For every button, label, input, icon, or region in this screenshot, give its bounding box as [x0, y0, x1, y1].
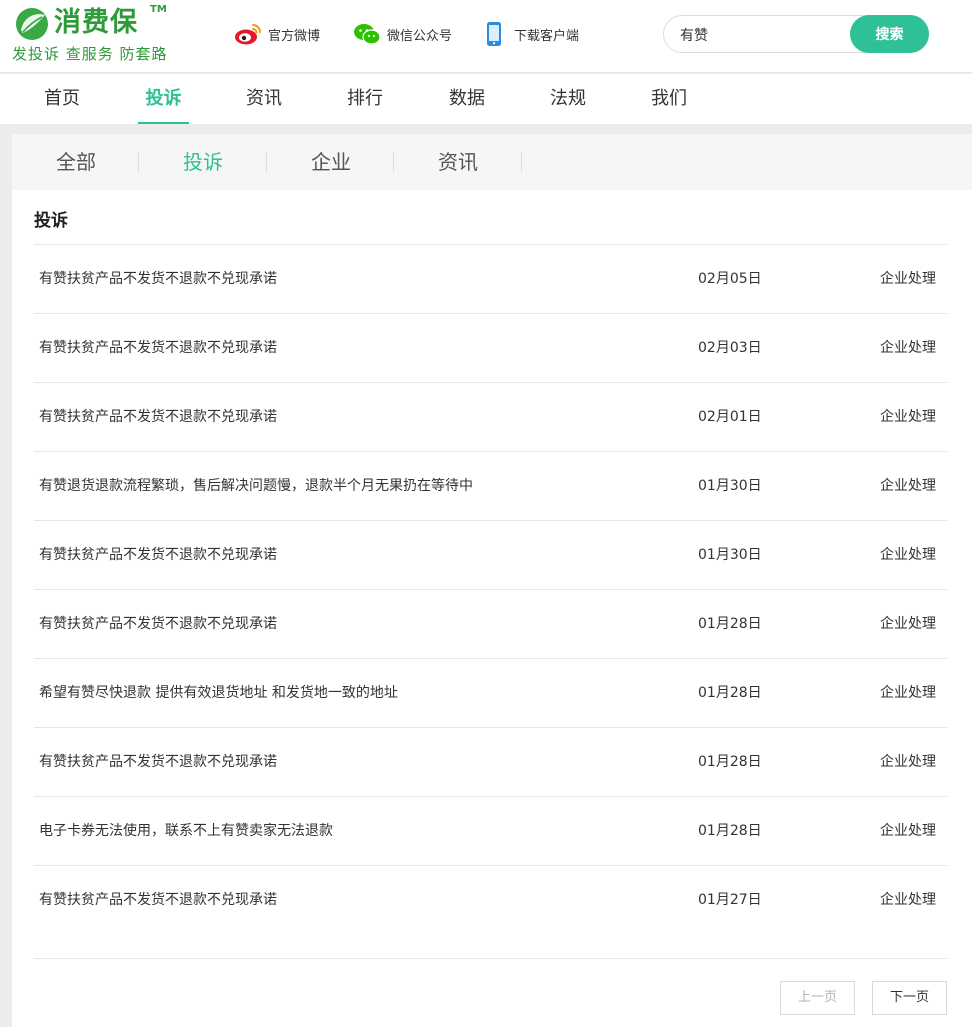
complaint-row[interactable]: 有赞扶贫产品不发货不退款不兑现承诺 01月27日 企业处理: [34, 866, 947, 935]
top-header: 消费保 TM 发投诉 查服务 防套路 官方微博 微信公众号 下载客户端 有赞 搜…: [0, 0, 972, 73]
complaint-date: 01月27日: [698, 892, 762, 908]
brand-name: 消费保: [54, 7, 138, 38]
complaint-date: 01月28日: [698, 616, 762, 632]
complaint-date: 02月01日: [698, 409, 762, 425]
complaint-status: 企业处理: [880, 685, 936, 701]
tab-news[interactable]: 资讯: [394, 134, 522, 190]
complaint-date: 02月03日: [698, 340, 762, 356]
complaint-row[interactable]: 有赞扶贫产品不发货不退款不兑现承诺 01月28日 企业处理: [34, 728, 947, 797]
complaint-date: 02月05日: [698, 271, 762, 287]
complaint-status: 企业处理: [880, 271, 936, 287]
weibo-link[interactable]: 官方微博: [234, 20, 320, 48]
complaint-title[interactable]: 有赞扶贫产品不发货不退款不兑现承诺: [39, 728, 277, 796]
complaint-date: 01月28日: [698, 754, 762, 770]
tab-complaints[interactable]: 投诉: [139, 134, 267, 190]
complaint-title[interactable]: 有赞扶贫产品不发货不退款不兑现承诺: [39, 314, 277, 382]
weibo-link-label: 官方微博: [268, 28, 321, 44]
complaint-status: 企业处理: [880, 616, 936, 632]
mobile-phone-icon: [480, 20, 508, 48]
divider: [34, 958, 947, 959]
tab-divider: [521, 152, 522, 172]
section-title: 投诉: [34, 211, 68, 231]
complaint-row[interactable]: 有赞退货退款流程繁琐，售后解决问题慢，退款半个月无果扔在等待中 01月30日 企…: [34, 452, 947, 521]
complaint-status: 企业处理: [880, 892, 936, 908]
complaint-title[interactable]: 电子卡券无法使用，联系不上有赞卖家无法退款: [39, 797, 333, 865]
leaf-logo-icon: [16, 8, 48, 40]
complaint-status: 企业处理: [880, 340, 936, 356]
complaint-title[interactable]: 有赞扶贫产品不发货不退款不兑现承诺: [39, 866, 277, 934]
prev-page-button[interactable]: 上一页: [780, 981, 855, 1015]
complaint-row[interactable]: 希望有赞尽快退款 提供有效退货地址 和发货地一致的地址 01月28日 企业处理: [34, 659, 947, 728]
complaint-date: 01月28日: [698, 823, 762, 839]
search-input[interactable]: [680, 24, 840, 46]
nav-item-about-us[interactable]: 我们: [645, 74, 693, 124]
nav-item-complaints[interactable]: 投诉: [138, 74, 189, 124]
result-type-tabs: 全部 投诉 企业 资讯: [12, 134, 972, 190]
wechat-link-label: 微信公众号: [387, 28, 453, 44]
brand-slogan: 发投诉 查服务 防套路: [12, 45, 168, 63]
complaint-row[interactable]: 有赞扶贫产品不发货不退款不兑现承诺 02月05日 企业处理: [34, 245, 947, 314]
tab-companies[interactable]: 企业: [267, 134, 395, 190]
complaint-date: 01月28日: [698, 685, 762, 701]
complaint-status: 企业处理: [880, 754, 936, 770]
search-results-panel: 全部 投诉 企业 资讯 投诉 有赞扶贫产品不发货不退款不兑现承诺 02月05日 …: [12, 134, 972, 1027]
brand-logo[interactable]: 消费保 TM 发投诉 查服务 防套路: [12, 4, 172, 68]
complaint-date: 01月30日: [698, 547, 762, 563]
trademark-mark: TM: [150, 4, 167, 15]
complaint-row[interactable]: 有赞扶贫产品不发货不退款不兑现承诺 02月03日 企业处理: [34, 314, 947, 383]
download-app-label: 下载客户端: [514, 28, 580, 44]
search-button[interactable]: 搜索: [850, 15, 929, 53]
complaint-status: 企业处理: [880, 409, 936, 425]
nav-item-home[interactable]: 首页: [38, 74, 86, 124]
complaint-list: 有赞扶贫产品不发货不退款不兑现承诺 02月05日 企业处理 有赞扶贫产品不发货不…: [34, 245, 947, 935]
complaint-title[interactable]: 有赞退货退款流程繁琐，售后解决问题慢，退款半个月无果扔在等待中: [39, 452, 473, 520]
complaint-row[interactable]: 有赞扶贫产品不发货不退款不兑现承诺 01月30日 企业处理: [34, 521, 947, 590]
next-page-button[interactable]: 下一页: [872, 981, 947, 1015]
complaint-status: 企业处理: [880, 478, 936, 494]
complaint-title[interactable]: 有赞扶贫产品不发货不退款不兑现承诺: [39, 590, 277, 658]
nav-item-ranking[interactable]: 排行: [341, 74, 389, 124]
complaint-title[interactable]: 有赞扶贫产品不发货不退款不兑现承诺: [39, 245, 277, 313]
search-box: 搜索: [663, 15, 929, 53]
complaint-date: 01月30日: [698, 478, 762, 494]
nav-item-news[interactable]: 资讯: [240, 74, 288, 124]
tab-all[interactable]: 全部: [12, 134, 140, 190]
complaint-row[interactable]: 有赞扶贫产品不发货不退款不兑现承诺 02月01日 企业处理: [34, 383, 947, 452]
nav-item-regulations[interactable]: 法规: [544, 74, 592, 124]
complaint-row[interactable]: 有赞扶贫产品不发货不退款不兑现承诺 01月28日 企业处理: [34, 590, 947, 659]
complaint-status: 企业处理: [880, 547, 936, 563]
wechat-icon: [353, 20, 381, 48]
download-app-link[interactable]: 下载客户端: [480, 20, 579, 48]
complaint-row[interactable]: 电子卡券无法使用，联系不上有赞卖家无法退款 01月28日 企业处理: [34, 797, 947, 866]
wechat-link[interactable]: 微信公众号: [353, 20, 452, 48]
complaint-title[interactable]: 希望有赞尽快退款 提供有效退货地址 和发货地一致的地址: [39, 659, 398, 727]
main-nav: 首页 投诉 资讯 排行 数据 法规 我们: [0, 74, 972, 124]
weibo-icon: [234, 20, 262, 48]
nav-item-data[interactable]: 数据: [443, 74, 491, 124]
complaint-status: 企业处理: [880, 823, 936, 839]
complaint-title[interactable]: 有赞扶贫产品不发货不退款不兑现承诺: [39, 521, 277, 589]
complaint-title[interactable]: 有赞扶贫产品不发货不退款不兑现承诺: [39, 383, 277, 451]
